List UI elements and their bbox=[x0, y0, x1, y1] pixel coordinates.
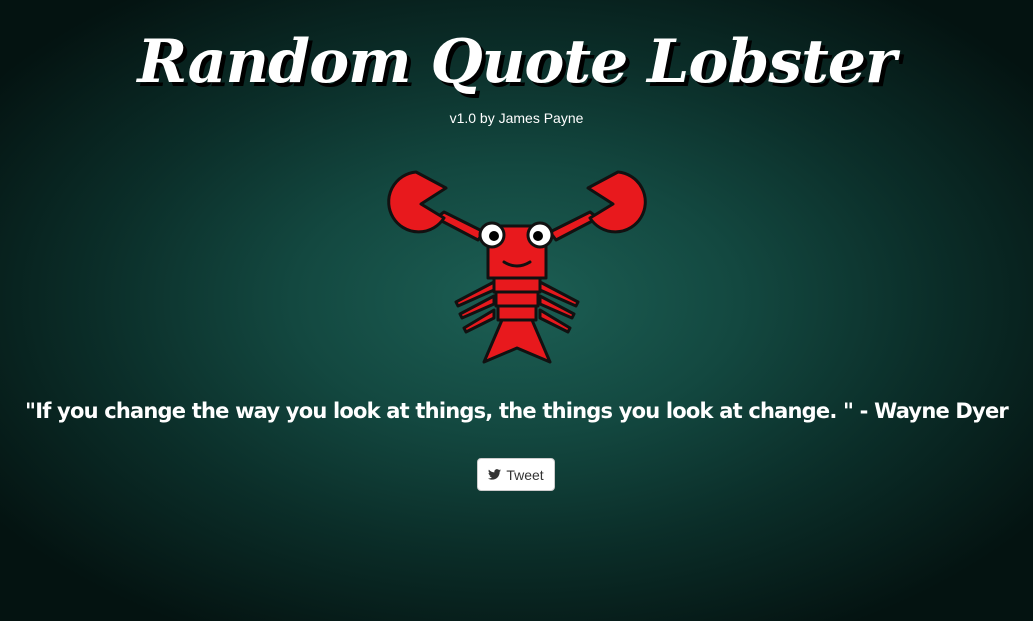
lobster-claw-right bbox=[586, 170, 647, 234]
lobster-segment bbox=[492, 276, 542, 294]
lobster-pupil-right bbox=[533, 231, 543, 241]
quote-text: "If you change the way you look at thing… bbox=[25, 399, 1009, 423]
lobster-segment bbox=[496, 304, 538, 322]
page-title: Random Quote Lobster bbox=[137, 27, 896, 97]
lobster-tail bbox=[482, 318, 552, 364]
lobster-claw-left bbox=[387, 170, 448, 234]
lobster-pupil-left bbox=[489, 231, 499, 241]
lobster-segment bbox=[494, 290, 540, 308]
page: Random Quote Lobster v1.0 by James Payne bbox=[0, 0, 1033, 621]
tweet-button-label: Tweet bbox=[506, 466, 544, 483]
lobster-icon bbox=[387, 170, 647, 364]
twitter-bird-icon bbox=[488, 469, 502, 480]
tweet-button[interactable]: Tweet bbox=[477, 458, 555, 491]
page-subtitle: v1.0 by James Payne bbox=[449, 110, 584, 126]
